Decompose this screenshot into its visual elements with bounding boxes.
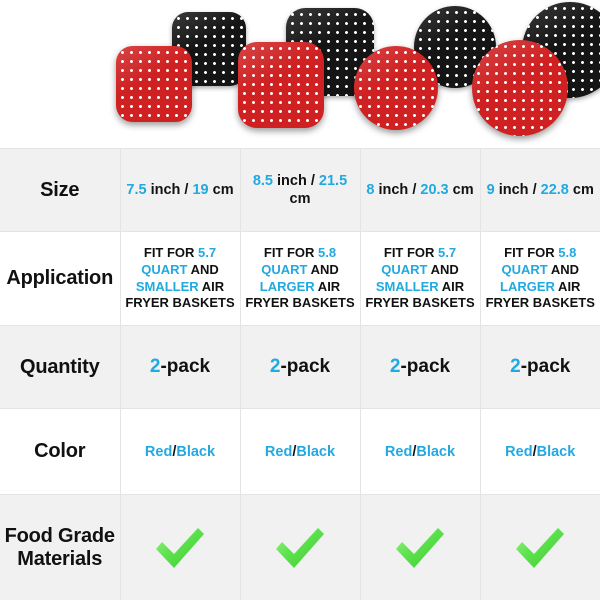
- product-image-4: [472, 0, 600, 148]
- product-4-red-liner: [472, 40, 568, 136]
- size-value-4: 9 inch / 22.8 cm: [479, 148, 600, 232]
- product-image-3: [354, 0, 496, 148]
- check-icon: [125, 525, 236, 571]
- quantity-value-3: 2-pack: [359, 325, 481, 410]
- table-row-quantity: Quantity 2-pack 2-pack 2-pack 2-pack: [0, 325, 600, 410]
- check-icon: [245, 525, 356, 571]
- row-label-application: Application: [0, 230, 121, 327]
- table-row-size: Size 7.5 inch / 19 cm 8.5 inch / 21.5 cm…: [0, 148, 600, 232]
- size-value-3: 8 inch / 20.3 cm: [359, 148, 481, 232]
- table-row-color: Color Red/Black Red/Black Red/Black Red/…: [0, 408, 600, 496]
- check-icon: [365, 525, 476, 571]
- food-grade-cell-2: [239, 494, 361, 600]
- quantity-value-2: 2-pack: [239, 325, 361, 410]
- food-grade-cell-1: [119, 494, 241, 600]
- quantity-value-1: 2-pack: [119, 325, 241, 410]
- product-2-red-liner: [238, 42, 324, 128]
- product-comparison-page: Size 7.5 inch / 19 cm 8.5 inch / 21.5 cm…: [0, 0, 600, 600]
- size-value-1: 7.5 inch / 19 cm: [119, 148, 241, 232]
- product-image-1: [116, 0, 246, 148]
- product-image-2: [238, 0, 374, 148]
- food-grade-cell-3: [359, 494, 481, 600]
- application-value-2: FIT FOR 5.8 QUART AND LARGER AIR FRYER B…: [239, 230, 361, 327]
- application-value-4: FIT FOR 5.8 QUART AND LARGER AIR FRYER B…: [479, 230, 600, 327]
- table-row-application: Application FIT FOR 5.7 QUART AND SMALLE…: [0, 230, 600, 327]
- size-value-2: 8.5 inch / 21.5 cm: [239, 148, 361, 232]
- row-label-quantity: Quantity: [0, 325, 121, 410]
- color-value-1: Red/Black: [119, 408, 241, 496]
- color-value-4: Red/Black: [479, 408, 600, 496]
- row-label-size: Size: [0, 148, 121, 232]
- application-value-3: FIT FOR 5.7 QUART AND SMALLER AIR FRYER …: [359, 230, 481, 327]
- check-icon: [485, 525, 597, 571]
- row-label-food-grade-materials: Food Grade Materials: [0, 494, 121, 600]
- color-value-3: Red/Black: [359, 408, 481, 496]
- specification-comparison-table: Size 7.5 inch / 19 cm 8.5 inch / 21.5 cm…: [0, 148, 600, 600]
- product-3-red-liner: [354, 46, 438, 130]
- product-1-red-liner: [116, 46, 192, 122]
- quantity-value-4: 2-pack: [479, 325, 600, 410]
- application-value-1: FIT FOR 5.7 QUART AND SMALLER AIR FRYER …: [119, 230, 241, 327]
- food-grade-cell-4: [479, 494, 600, 600]
- product-image-strip: [0, 0, 600, 148]
- table-row-food-grade-materials: Food Grade Materials: [0, 494, 600, 600]
- color-value-2: Red/Black: [239, 408, 361, 496]
- row-label-color: Color: [0, 408, 121, 496]
